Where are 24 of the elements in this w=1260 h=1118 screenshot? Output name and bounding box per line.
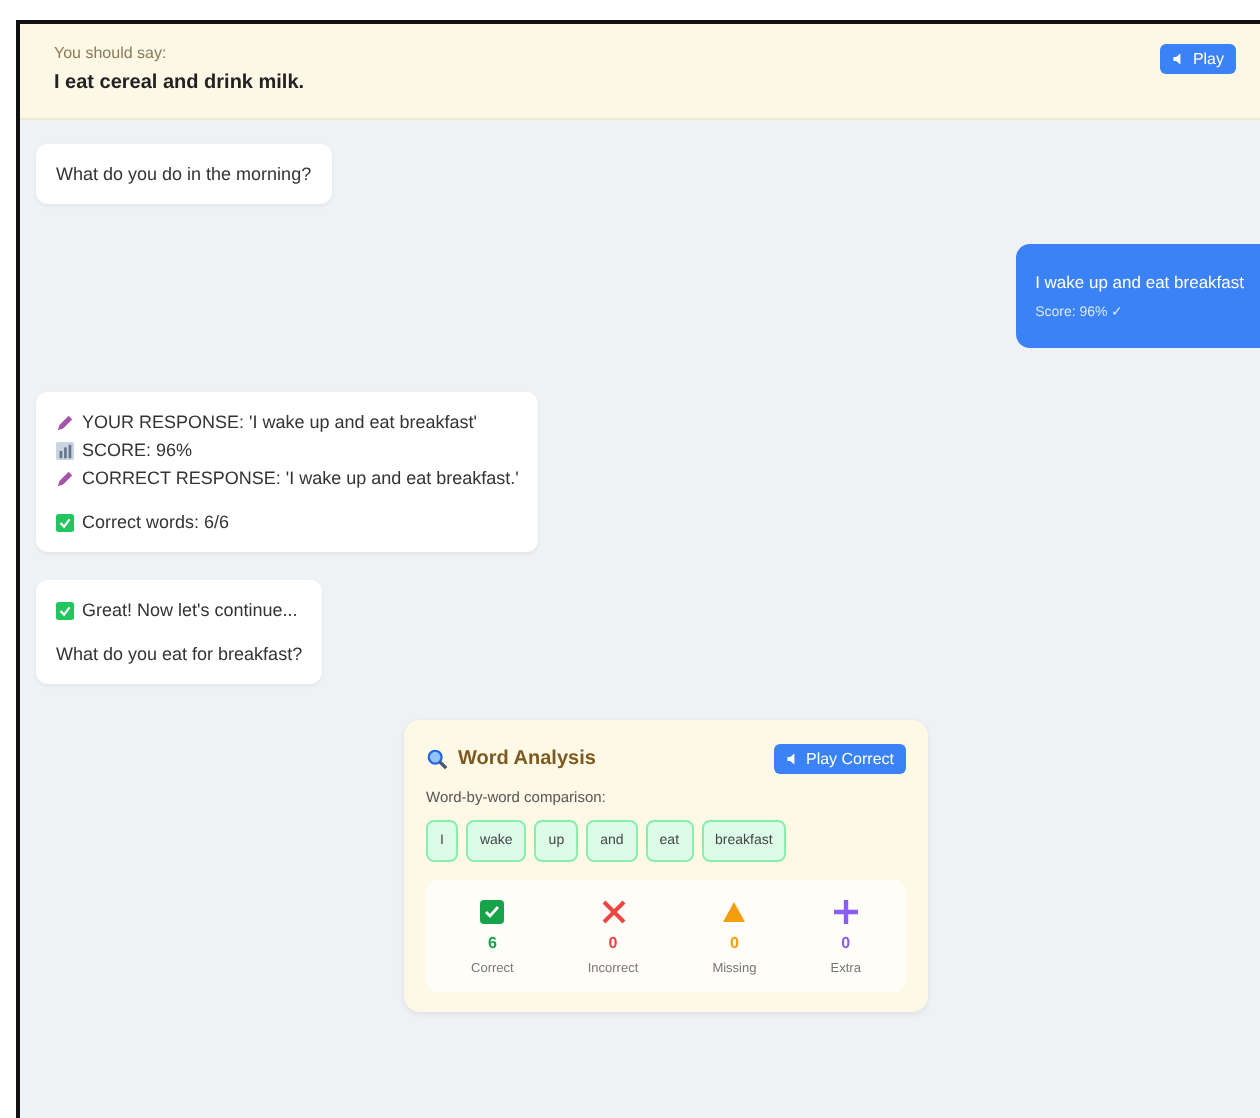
pencil-icon bbox=[56, 469, 74, 487]
message-text: Great! Now let's continue... bbox=[82, 600, 298, 620]
magnifier-icon bbox=[426, 748, 448, 770]
message-text: YOUR RESPONSE: 'I wake up and eat breakfast' bbox=[82, 412, 478, 432]
stat-count: 0 bbox=[608, 934, 618, 952]
prompt-sentence: I eat cereal and drink milk. bbox=[54, 72, 305, 94]
speaker-icon bbox=[785, 752, 800, 766]
stat-count: 6 bbox=[487, 934, 497, 952]
message-text: CORRECT RESPONSE: 'I wake up and eat breakfast.' bbox=[82, 468, 519, 488]
play-correct-button[interactable]: Play Correct bbox=[773, 744, 906, 774]
message-text: What do you eat for breakfast? bbox=[56, 644, 303, 664]
chart-icon bbox=[56, 441, 74, 459]
stat-count: 0 bbox=[841, 934, 851, 952]
message-text: Correct words: 6/6 bbox=[82, 512, 230, 532]
card-title: Word Analysis bbox=[458, 748, 598, 770]
check-icon bbox=[56, 513, 74, 531]
play-button[interactable]: Play bbox=[1160, 44, 1236, 74]
prompt-label: You should say: bbox=[54, 44, 169, 62]
stat-count: 0 bbox=[729, 934, 739, 952]
check-icon bbox=[56, 601, 74, 619]
message-text: What do you do in the morning? bbox=[56, 164, 312, 184]
message-text: I wake up and eat breakfast bbox=[1035, 272, 1244, 292]
pencil-icon bbox=[56, 413, 74, 431]
message-text: SCORE: 96% bbox=[82, 440, 193, 460]
